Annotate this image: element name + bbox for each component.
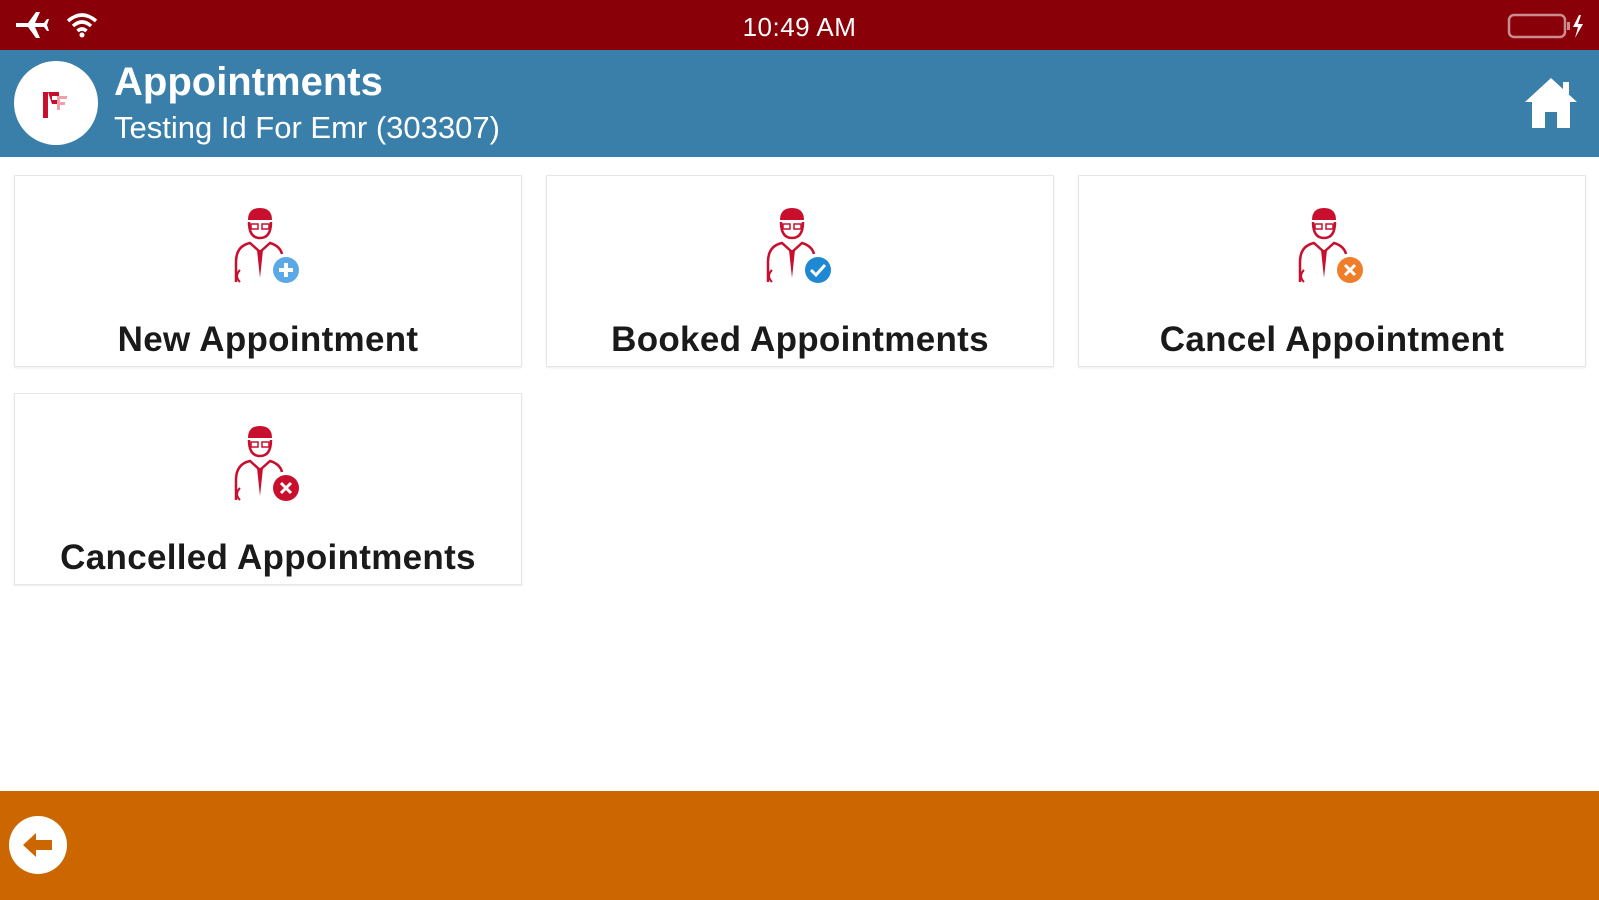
page-subtitle: Testing Id For Emr (303307): [114, 110, 500, 145]
new-appointment-tile[interactable]: New Appointment: [14, 175, 522, 367]
tile-label: Cancelled Appointments: [60, 538, 476, 577]
doctor-cancelled-icon: [228, 424, 308, 508]
app-logo: [14, 61, 98, 145]
tile-label: Cancel Appointment: [1159, 320, 1505, 359]
back-button[interactable]: [9, 816, 67, 874]
status-bar: 10:49 AM: [0, 0, 1599, 50]
app-header: Appointments Testing Id For Emr (303307): [0, 50, 1599, 157]
cancelled-appointments-tile[interactable]: Cancelled Appointments: [14, 393, 522, 585]
cancel-appointment-tile[interactable]: Cancel Appointment: [1078, 175, 1586, 367]
footer-bar: [0, 791, 1599, 900]
status-time: 10:49 AM: [742, 12, 857, 42]
tile-label: Booked Appointments: [611, 320, 989, 359]
doctor-cancel-icon: [1292, 206, 1372, 290]
home-icon: [1525, 78, 1577, 128]
doctor-add-icon: [228, 206, 308, 290]
tile-label: New Appointment: [117, 320, 419, 359]
battery-charging-icon: [1507, 12, 1585, 45]
back-arrow-icon: [23, 833, 52, 857]
booked-appointments-tile[interactable]: Booked Appointments: [546, 175, 1054, 367]
home-button[interactable]: [1523, 76, 1579, 130]
doctor-check-icon: [760, 206, 840, 290]
page-title: Appointments: [114, 60, 383, 104]
